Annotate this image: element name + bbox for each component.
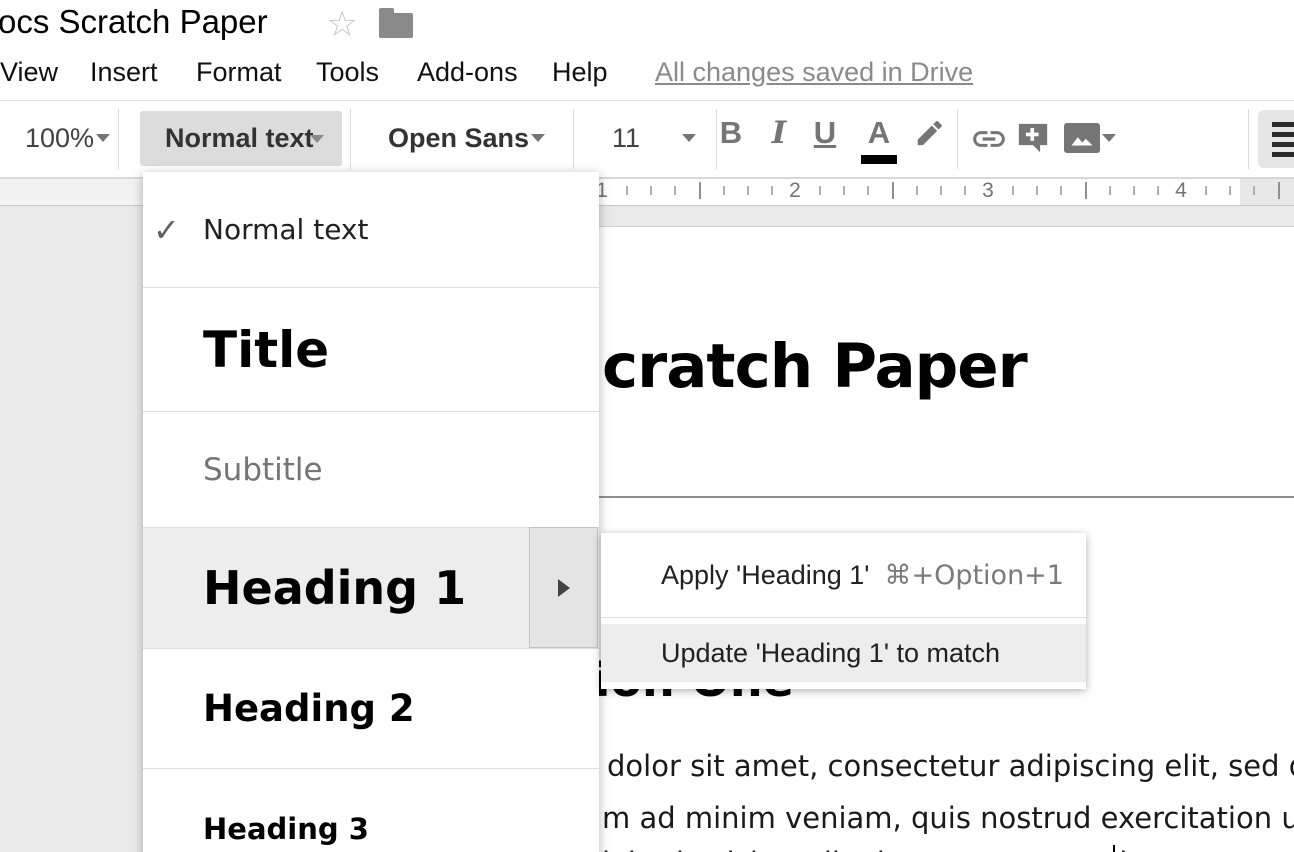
toolbar-divider [118,109,119,169]
ruler-tick [1205,186,1207,195]
ruler-tick [626,186,628,195]
toolbar-divider [350,109,351,169]
ruler-tick [892,182,894,199]
toolbar-divider [1248,109,1249,169]
menu-addons[interactable]: Add-ons [417,57,518,88]
submenu-item-update[interactable]: Update 'Heading 1' to match [601,624,1086,682]
align-icon [1272,142,1294,147]
text-cursor [1113,845,1115,852]
toolbar-divider [573,109,574,169]
submenu-item-label: Update 'Heading 1' to match [661,638,1000,669]
style-option-label: Heading 2 [203,687,415,730]
ruler-tick [819,186,821,195]
font-dropdown-caret[interactable] [531,134,545,142]
style-option-label: Normal text [203,213,368,246]
ruler-tick [1060,186,1062,195]
image-dropdown-caret[interactable] [1102,134,1116,142]
align-icon [1272,132,1294,137]
menu-help[interactable]: Help [552,57,608,88]
ruler-tick [723,186,725,195]
style-option-heading-1[interactable]: Heading 1 [143,528,599,649]
google-docs-window: ocs Scratch Paper ☆ View Insert Format T… [0,0,1294,852]
document-title[interactable]: ocs Scratch Paper [0,3,268,41]
ruler-tick [964,186,966,195]
style-option-heading-2[interactable]: Heading 2 [143,649,599,769]
ruler-tick [674,186,676,195]
body-text-line[interactable]: laboris nisi ut aliquip ex ea commodo co… [602,846,1294,852]
font-size-select[interactable]: 11 [606,123,646,154]
menu-tools[interactable]: Tools [316,57,379,88]
submenu-item-apply[interactable]: Apply 'Heading 1' ⌘+Option+1 [601,533,1086,618]
align-button[interactable] [1258,110,1294,168]
toolbar-divider [957,109,958,169]
align-icon [1272,152,1294,157]
heading-1-submenu: Apply 'Heading 1' ⌘+Option+1 Update 'Hea… [601,533,1086,689]
ruler-tick [867,186,869,195]
ruler-number: 2 [789,179,801,203]
ruler-tick [1229,186,1231,195]
submenu-arrow-icon [558,579,570,597]
menu-format[interactable]: Format [196,57,282,88]
body-text-line[interactable]: m ad minim veniam, quis nostrud exercita… [602,801,1294,835]
style-option-label: Heading 3 [203,812,369,846]
ruler-tick [1157,186,1159,195]
ruler-tick [747,186,749,195]
save-status-link[interactable]: All changes saved in Drive [655,57,973,88]
zoom-select[interactable]: 100% [25,123,94,154]
toolbar: 100% Normal text Open Sans 11 B I U A [0,101,1294,179]
ruler-tick [771,186,773,195]
ruler-tick [1085,182,1087,199]
style-select[interactable]: Normal text [140,111,342,166]
style-option-label: Subtitle [203,452,323,488]
ruler-tick [940,186,942,195]
style-option-title[interactable]: Title [143,288,599,412]
style-option-heading-3[interactable]: Heading 3 [143,769,599,852]
heading-1-submenu-button[interactable] [529,527,598,648]
ruler-number: 4 [1175,179,1187,203]
ruler-tick [916,186,918,195]
ruler-tick [843,186,845,195]
align-icon [1272,122,1294,127]
comment-icon[interactable] [1016,121,1050,155]
submenu-item-label: Apply 'Heading 1' [661,560,869,591]
bold-icon[interactable]: B [713,115,749,151]
font-select[interactable]: Open Sans [388,123,529,154]
link-icon[interactable] [970,120,1008,158]
ruler-tick [1012,186,1014,195]
folder-icon[interactable] [379,13,413,38]
ruler-margin-left [0,177,143,205]
body-text-line[interactable]: dolor sit amet, consectetur adipiscing e… [607,749,1294,783]
text-color-icon[interactable]: A [861,115,897,151]
zoom-dropdown-caret[interactable] [96,134,110,142]
ruler-margin-right [1240,177,1294,205]
menu-view[interactable]: View [0,57,58,88]
italic-icon[interactable]: I [761,115,797,151]
checkmark-icon: ✓ [153,211,180,249]
style-select-label: Normal text [165,123,314,154]
underline-icon[interactable]: U [807,115,843,151]
styles-dropdown-menu: ✓ Normal text Title Subtitle Heading 1 H… [143,172,599,852]
ruler-tick [699,182,701,199]
star-icon[interactable]: ☆ [326,6,358,42]
menu-insert[interactable]: Insert [90,57,158,88]
ruler-tick [650,186,652,195]
style-option-label: Heading 1 [203,561,466,615]
ruler-tick [1133,186,1135,195]
text-color-swatch [861,155,897,164]
ruler-tick [1253,186,1255,195]
style-option-label: Title [203,321,329,379]
keyboard-shortcut: ⌘+Option+1 [884,560,1064,591]
ruler-number: 3 [982,179,994,203]
paint-format-icon[interactable] [912,121,946,155]
style-dropdown-caret [310,135,324,143]
style-option-subtitle[interactable]: Subtitle [143,412,599,528]
ruler-tick [1278,182,1280,199]
size-dropdown-caret[interactable] [682,134,696,142]
style-option-normal-text[interactable]: ✓ Normal text [143,172,599,288]
document-heading-title[interactable]: cratch Paper [602,331,1027,402]
ruler-tick [1109,186,1111,195]
ruler-tick [1036,186,1038,195]
image-icon[interactable] [1064,121,1100,155]
